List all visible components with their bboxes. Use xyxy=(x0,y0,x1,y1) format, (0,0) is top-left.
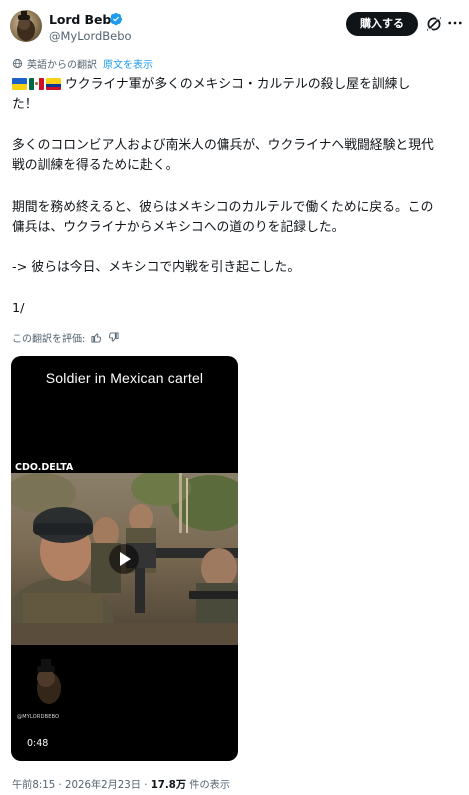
verified-badge-icon xyxy=(109,12,123,26)
tweet-line-1: ウクライナ軍が多くのメキシコ・カルテルの殺し屋を訓練し xyxy=(12,75,410,95)
buy-button[interactable]: 購入する xyxy=(346,12,418,36)
translation-rating: この翻訳を評価: xyxy=(12,330,119,345)
video-duration: 0:48 xyxy=(27,738,49,749)
watermark-logo xyxy=(37,659,61,704)
tweet-line-4: 戦の訓練を得るために赴く。 xyxy=(12,158,179,173)
tweet-meta: 午前8:15 · 2026年2月23日 · 17.8万 件の表示 xyxy=(12,776,230,791)
video-channel-tag: CDO.DELTA xyxy=(15,462,74,473)
thumbs-down-icon[interactable] xyxy=(108,331,119,343)
tweet-line-2: た！ xyxy=(12,97,38,112)
tweet-text-line1: ウクライナ軍が多くのメキシコ・カルテルの殺し屋を訓練し xyxy=(65,77,411,92)
meta-separator: · xyxy=(144,780,148,791)
tweet-line-3: 多くのコロンビア人および南米人の傭兵が、ウクライナへ戦闘経験と現代 xyxy=(12,138,434,153)
tweet-time[interactable]: 午前8:15 xyxy=(12,780,55,791)
avatar[interactable] xyxy=(10,10,42,42)
globe-icon xyxy=(12,58,23,68)
show-original-link[interactable]: 原文を表示 xyxy=(103,56,153,71)
rating-label: この翻訳を評価: xyxy=(12,333,86,345)
tweet-date[interactable]: 2026年2月23日 xyxy=(65,780,141,791)
video-caption: Soldier in Mexican cartel xyxy=(45,370,204,386)
view-label: 件の表示 xyxy=(189,780,231,791)
video-player[interactable]: Soldier in Mexican cartel CDO.DELTA @MYL… xyxy=(11,356,238,761)
avatar-image xyxy=(17,11,35,41)
tweet-line-7: -> 彼らは今日、メキシコで内戦を引き起こした。 xyxy=(12,260,301,275)
ukraine-flag-icon xyxy=(12,78,27,90)
translation-label: 英語からの翻訳 xyxy=(27,59,97,71)
watermark-handle: @MYLORDBEBO xyxy=(17,714,60,720)
translation-note: 英語からの翻訳 原文を表示 xyxy=(12,56,153,71)
thumbs-up-icon[interactable] xyxy=(91,332,102,343)
colombia-flag-icon xyxy=(46,78,61,90)
tweet-post: Lord Bebo @MyLordBebo 購入する 英語からの翻訳 原文を表示… xyxy=(0,0,469,795)
tweet-line-6: 傭兵は、ウクライナからメキシコへの道のりを記録した。 xyxy=(12,220,345,235)
grok-icon[interactable] xyxy=(425,15,443,33)
play-icon[interactable] xyxy=(109,544,139,574)
meta-separator: · xyxy=(58,780,62,791)
tweet-line-5: 期間を務め終えると、彼らはメキシコのカルテルで働くために戻る。この xyxy=(12,200,434,215)
mexico-flag-icon xyxy=(29,78,44,90)
author-handle[interactable]: @MyLordBebo xyxy=(49,29,132,43)
tweet-line-8: 1/ xyxy=(12,301,25,316)
more-icon[interactable] xyxy=(446,14,464,32)
view-count[interactable]: 17.8万 xyxy=(151,780,186,791)
flag-emojis xyxy=(12,78,61,90)
